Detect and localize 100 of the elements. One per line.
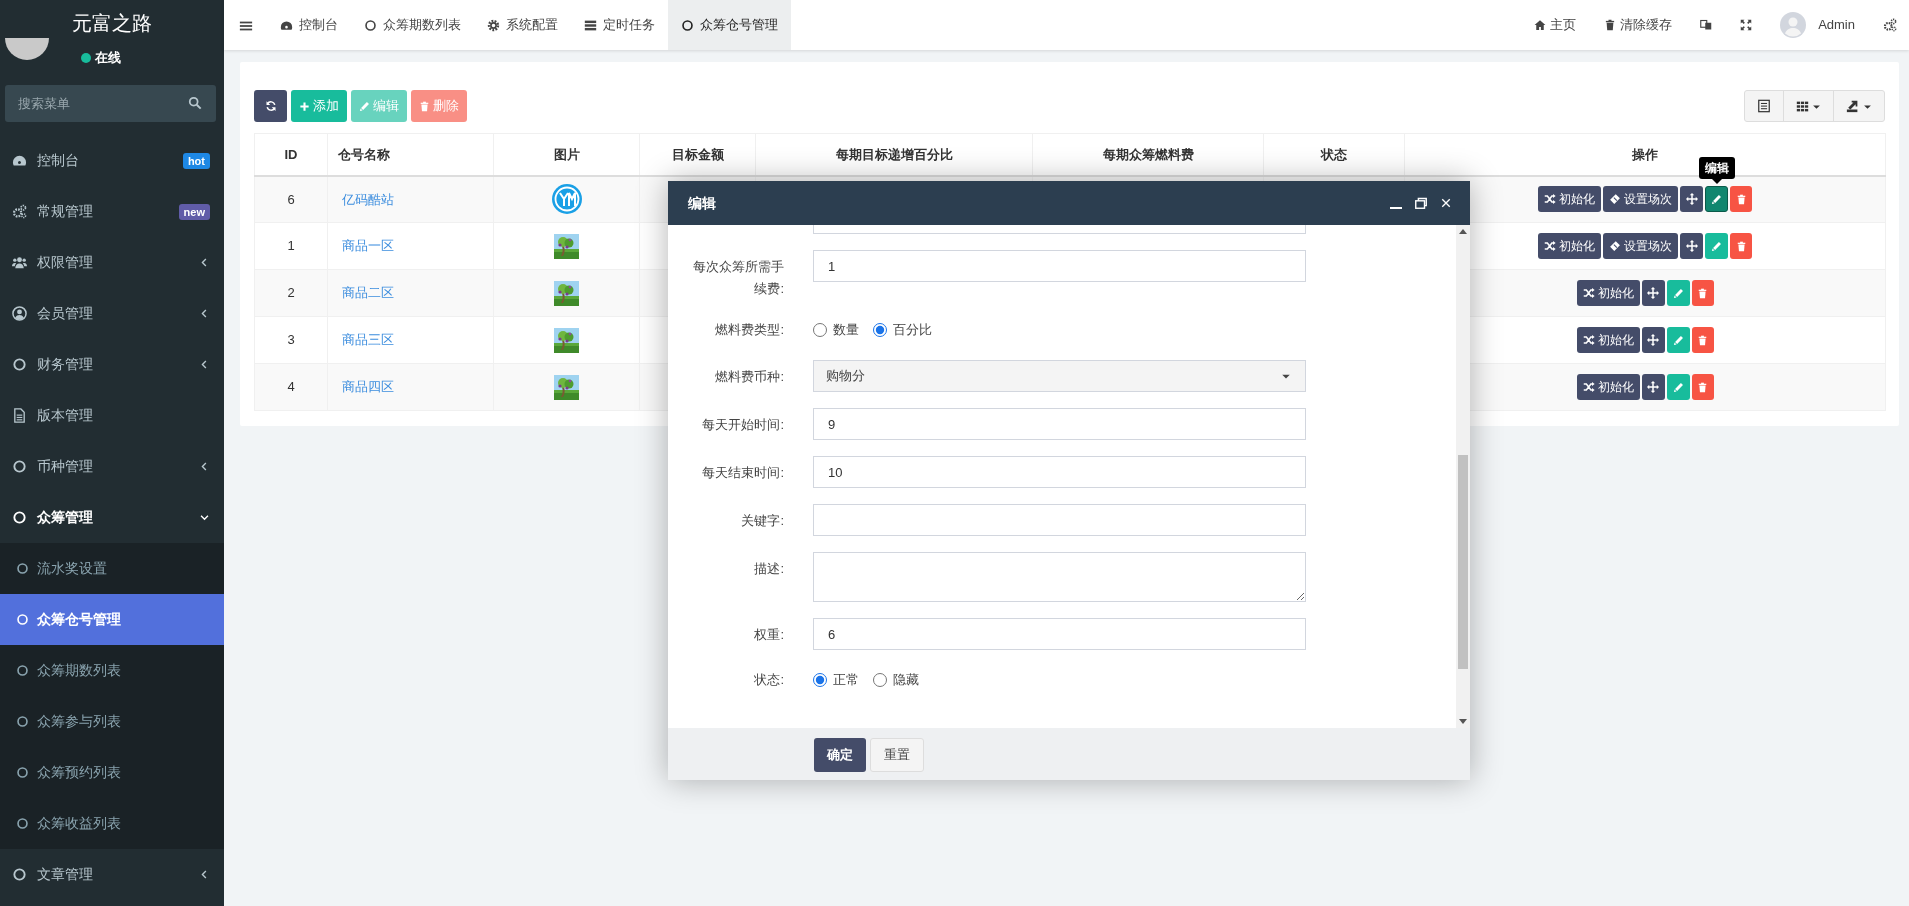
initialize-button[interactable]: 初始化 bbox=[1538, 233, 1601, 259]
users-icon bbox=[12, 255, 27, 270]
menu-item[interactable]: 权限管理 bbox=[0, 237, 224, 288]
initialize-button[interactable]: 初始化 bbox=[1576, 280, 1640, 306]
initialize-button[interactable]: 初始化 bbox=[1576, 374, 1640, 400]
submenu-item[interactable]: 众筹参与列表 bbox=[0, 696, 224, 747]
menu-item[interactable]: 币种管理 bbox=[0, 441, 224, 492]
radio-button[interactable] bbox=[813, 323, 827, 337]
delete-button[interactable] bbox=[1691, 374, 1714, 400]
name-link[interactable]: 亿码酷站 bbox=[336, 191, 394, 207]
initialize-button[interactable]: 初始化 bbox=[1576, 327, 1640, 353]
delete-button[interactable] bbox=[1691, 327, 1714, 353]
select-field[interactable]: 购物分 bbox=[813, 360, 1306, 392]
radio-button[interactable] bbox=[873, 323, 887, 337]
menu-item[interactable]: 控制台 hot bbox=[0, 135, 224, 186]
nav-tab[interactable]: 众筹期数列表 bbox=[351, 0, 474, 50]
edit-button[interactable] bbox=[1705, 186, 1728, 213]
status-text: 在线 bbox=[95, 49, 121, 67]
field-label: 燃料费币种: bbox=[714, 368, 784, 386]
menu-item[interactable]: 会员管理 bbox=[0, 288, 224, 339]
delete-button[interactable] bbox=[1730, 233, 1752, 259]
radio-button[interactable] bbox=[873, 673, 887, 687]
column-header: 每期众筹燃料费 bbox=[1032, 133, 1264, 176]
input-field[interactable]: 6 bbox=[813, 618, 1306, 650]
submenu-item[interactable]: 众筹仓号管理 bbox=[0, 594, 224, 645]
submenu-item[interactable]: 众筹期数列表 bbox=[0, 645, 224, 696]
radio-button[interactable] bbox=[813, 673, 827, 687]
circle-icon bbox=[16, 664, 29, 677]
menu-item[interactable]: 版本管理 bbox=[0, 390, 224, 441]
set-session-button[interactable]: 设置场次 bbox=[1603, 186, 1678, 213]
ticket-icon bbox=[1609, 193, 1621, 206]
name-link[interactable]: 商品一区 bbox=[336, 238, 394, 254]
list-icon bbox=[1757, 99, 1771, 113]
circle-icon bbox=[12, 357, 27, 372]
radio-option[interactable]: 数量 bbox=[813, 320, 859, 340]
fullscreen-icon bbox=[1740, 19, 1753, 31]
menu-item[interactable]: 文章管理 bbox=[0, 849, 224, 900]
field-label: 每次众筹所需手续费: bbox=[692, 258, 784, 298]
delete-button[interactable] bbox=[1730, 186, 1752, 213]
name-link[interactable]: 商品三区 bbox=[336, 332, 394, 348]
nav-tab[interactable]: 系统配置 bbox=[474, 0, 571, 50]
input-field[interactable] bbox=[813, 504, 1306, 536]
move-button[interactable] bbox=[1641, 327, 1665, 353]
name-link[interactable]: 商品四区 bbox=[336, 379, 394, 395]
submenu-item[interactable]: 流水奖设置 bbox=[0, 543, 224, 594]
reset-button[interactable]: 重置 bbox=[870, 738, 924, 772]
name-link[interactable]: 商品二区 bbox=[336, 285, 394, 301]
set-session-button[interactable]: 设置场次 bbox=[1603, 233, 1678, 259]
trash-icon bbox=[1604, 19, 1617, 31]
field-label: 燃料费类型: bbox=[714, 321, 784, 339]
trash-icon bbox=[1697, 381, 1708, 393]
move-button[interactable] bbox=[1641, 374, 1665, 400]
id-cell: 4 bbox=[254, 363, 328, 411]
move-button[interactable] bbox=[1680, 186, 1703, 213]
minimize-icon bbox=[1390, 207, 1402, 209]
radio-option[interactable]: 正常 bbox=[813, 670, 859, 690]
shuffle-icon bbox=[1544, 193, 1556, 206]
move-icon bbox=[1685, 240, 1698, 252]
column-header: 目标金额 bbox=[639, 133, 756, 176]
list-icon bbox=[584, 18, 597, 32]
input-field[interactable]: 9 bbox=[813, 408, 1306, 440]
tooltip: 编辑 bbox=[1698, 157, 1735, 185]
confirm-button[interactable]: 确定 bbox=[814, 738, 866, 772]
move-button[interactable] bbox=[1641, 280, 1665, 306]
input-field[interactable]: 10 bbox=[813, 456, 1306, 488]
radio-option[interactable]: 隐藏 bbox=[873, 670, 919, 690]
clear-cache-link[interactable]: 清除缓存 bbox=[1590, 0, 1687, 50]
field-label: 每天结束时间: bbox=[701, 464, 784, 482]
submenu-item[interactable]: 众筹预约列表 bbox=[0, 747, 224, 798]
user-menu[interactable]: Admin bbox=[1766, 0, 1869, 50]
pencil-icon bbox=[1672, 334, 1684, 346]
circle-icon bbox=[364, 18, 377, 32]
pencil-icon bbox=[1672, 381, 1684, 393]
circle-icon bbox=[681, 18, 694, 32]
menu-item[interactable]: 财务管理 bbox=[0, 339, 224, 390]
delete-button[interactable] bbox=[1691, 280, 1714, 306]
move-button[interactable] bbox=[1680, 233, 1703, 259]
initialize-button[interactable]: 初始化 bbox=[1538, 186, 1601, 213]
nav-tab[interactable]: 定时任务 bbox=[571, 0, 668, 50]
circle-icon bbox=[12, 459, 27, 474]
id-cell: 2 bbox=[254, 269, 328, 317]
move-icon bbox=[1647, 287, 1659, 299]
radio-option[interactable]: 百分比 bbox=[873, 320, 932, 340]
refresh-button[interactable] bbox=[254, 90, 287, 122]
pencil-icon bbox=[1711, 193, 1722, 205]
menu-item[interactable]: 众筹管理 bbox=[0, 492, 224, 543]
nav-tab[interactable]: 控制台 bbox=[267, 0, 351, 50]
submenu-item[interactable]: 众筹收益列表 bbox=[0, 798, 224, 849]
shuffle-icon bbox=[1582, 381, 1595, 393]
home-link[interactable]: 主页 bbox=[1520, 0, 1591, 50]
scrollbar[interactable] bbox=[1456, 225, 1470, 728]
gear-icon bbox=[487, 18, 500, 32]
circle-icon bbox=[12, 510, 27, 525]
search-field[interactable]: 搜索菜单 bbox=[5, 85, 216, 122]
nav-tab[interactable]: 众筹仓号管理 bbox=[668, 0, 791, 50]
field-label: 关键字: bbox=[740, 512, 784, 530]
close-icon bbox=[1440, 197, 1452, 209]
menu-item[interactable]: 常规管理 new bbox=[0, 186, 224, 237]
field-label: 每天开始时间: bbox=[701, 416, 784, 434]
input-field[interactable]: 1 bbox=[813, 250, 1306, 282]
